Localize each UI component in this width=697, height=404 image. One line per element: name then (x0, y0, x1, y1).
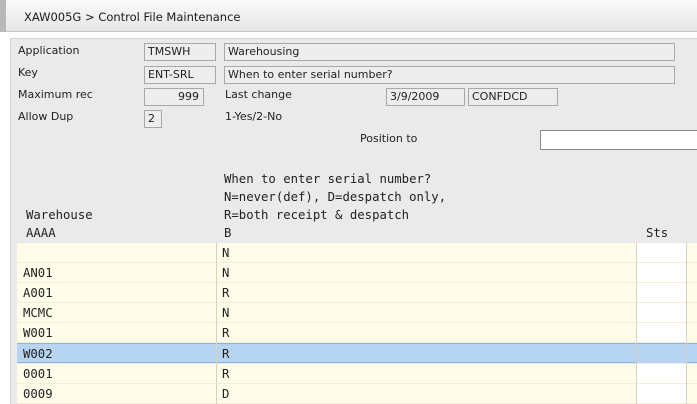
last-change-date-field: 3/9/2009 (386, 88, 465, 106)
value-cell: N (222, 306, 230, 320)
records-grid: N AN01 N A001 R MCMC N W001 R W002 R 000… (17, 243, 697, 404)
value-cell: R (222, 347, 230, 361)
warehouse-cell: 0001 (23, 367, 53, 381)
value-cell: N (222, 266, 230, 280)
value-cell: R (222, 326, 230, 340)
warehouse-cell: MCMC (23, 306, 53, 320)
allow-dup-field[interactable]: 2 (144, 110, 162, 128)
last-change-user-field: CONFDCD (468, 88, 558, 106)
table-row[interactable]: MCMC N (17, 303, 697, 323)
column-description-line-3: R=both receipt & despatch (224, 208, 410, 222)
warehouse-cell: W002 (23, 347, 53, 361)
column-header-warehouse-format: AAAA (26, 226, 56, 240)
status-cell (637, 263, 687, 282)
value-cell: N (222, 246, 230, 260)
application-label: Application (18, 44, 80, 57)
maximum-rec-label: Maximum rec (18, 88, 93, 101)
window-title: XAW005G > Control File Maintenance (24, 10, 241, 24)
status-cell (637, 323, 687, 342)
title-bar-edge (0, 0, 6, 32)
allow-dup-hint: 1-Yes/2-No (225, 110, 283, 123)
table-row[interactable]: 0001 R (17, 364, 697, 384)
warehouse-cell: A001 (23, 286, 53, 300)
position-to-label: Position to (360, 132, 418, 145)
key-desc-field: When to enter serial number? (224, 66, 675, 84)
key-code-field: ENT-SRL (144, 66, 216, 84)
key-label: Key (18, 66, 38, 79)
warehouse-cell: 0009 (23, 387, 53, 401)
value-cell: R (222, 367, 230, 381)
table-row[interactable]: W001 R (17, 323, 697, 343)
status-cell (637, 283, 687, 302)
status-cell (637, 243, 687, 262)
status-cell (637, 303, 687, 322)
allow-dup-label: Allow Dup (18, 110, 74, 123)
table-row[interactable]: 0009 D (17, 384, 697, 404)
value-cell: D (222, 387, 230, 401)
column-header-warehouse: Warehouse (26, 208, 93, 222)
column-description-line-2: N=never(def), D=despatch only, (224, 190, 447, 204)
title-bar: XAW005G > Control File Maintenance (0, 0, 697, 32)
column-divider (686, 243, 687, 404)
application-code-field: TMSWH (144, 43, 216, 61)
maximum-rec-field: 999 (144, 88, 204, 106)
table-row-selected[interactable]: W002 R (17, 343, 697, 363)
warehouse-cell: W001 (23, 326, 53, 340)
status-cell (637, 384, 687, 403)
table-row[interactable]: A001 R (17, 283, 697, 303)
last-change-label: Last change (225, 88, 292, 101)
status-cell (637, 364, 687, 383)
position-to-input[interactable] (540, 130, 697, 150)
table-row[interactable]: N (17, 243, 697, 263)
column-description-line-1: When to enter serial number? (224, 172, 432, 186)
column-divider (636, 243, 637, 404)
column-header-value-format: B (224, 226, 232, 240)
status-cell (637, 344, 687, 363)
warehouse-cell: AN01 (23, 266, 53, 280)
table-row[interactable]: AN01 N (17, 263, 697, 283)
application-desc-field: Warehousing (224, 43, 675, 61)
column-divider (216, 243, 217, 404)
value-cell: R (222, 286, 230, 300)
column-header-status: Sts (646, 226, 669, 240)
